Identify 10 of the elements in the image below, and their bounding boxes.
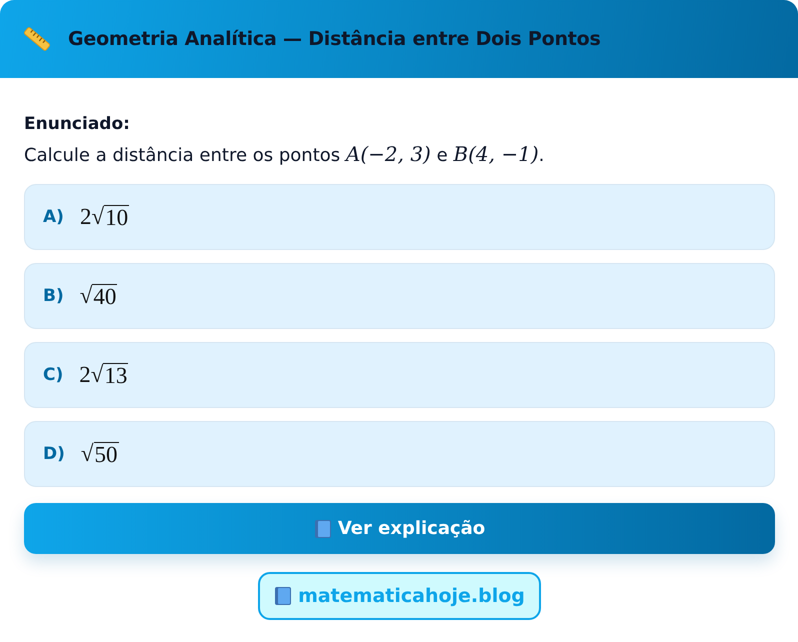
answer-option[interactable]: B) √40 [24, 263, 775, 329]
statement-label: Enunciado: [24, 114, 131, 134]
answer-option[interactable]: C) 2√13 [24, 342, 775, 408]
answer-option[interactable]: D) √50 [24, 421, 775, 487]
question-statement: Calcule a distância entre os pontos A(−2, 3) e B(4, −1). [24, 142, 546, 166]
explain-button[interactable]: Ver explicação [24, 503, 775, 554]
page-title: Geometria Analítica — Distância entre Dois Pontos [68, 28, 601, 50]
book-icon [274, 586, 292, 606]
book-icon [314, 518, 332, 538]
answer-option[interactable]: A) 2√10 [24, 184, 775, 250]
